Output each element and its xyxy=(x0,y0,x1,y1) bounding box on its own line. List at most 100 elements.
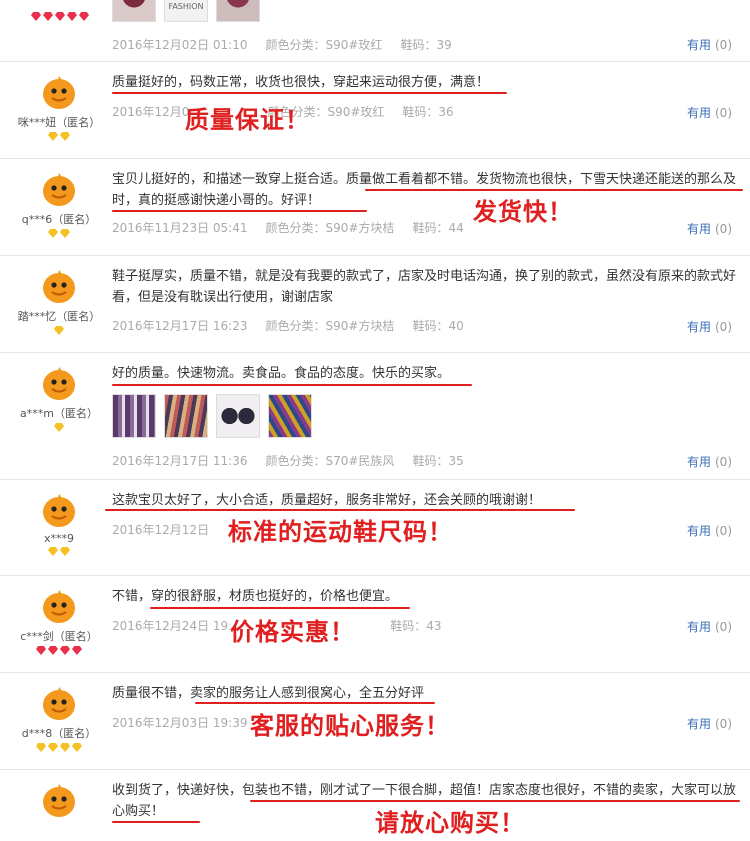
review-item: q***6（匿名） 宝贝儿挺好的，和描述一致穿上挺合适。质量做工看着都不错。发货… xyxy=(0,159,750,256)
highlight-underline xyxy=(112,210,367,212)
avatar[interactable] xyxy=(39,72,79,112)
review-text: 不错，穿的很舒服，材质也挺好的，价格也便宜。 xyxy=(112,589,399,604)
annotation-stamp: 发货快！ xyxy=(473,198,573,226)
useful-count: (0) xyxy=(715,524,732,538)
useful-link[interactable]: 有用 xyxy=(687,320,711,334)
useful-count: (0) xyxy=(715,320,732,334)
useful-vote: 有用 (0) xyxy=(687,453,732,470)
avatar-icon xyxy=(39,266,79,306)
username: 踏***忆（匿名） xyxy=(17,310,101,323)
review-date: 2016年12月17日 11:36 xyxy=(112,454,248,468)
buyer-rank-badges xyxy=(30,12,90,24)
review-photo[interactable] xyxy=(164,394,208,438)
review-text: 鞋子挺厚实，质量不错，就是没有我要的款式了，店家及时电话沟通，换了别的款式，虽然… xyxy=(112,269,737,305)
highlight-underline xyxy=(365,189,743,191)
useful-vote: 有用 (0) xyxy=(687,36,732,53)
heart-icon xyxy=(36,743,46,752)
size-spec: 鞋码：35 xyxy=(412,454,464,468)
avatar[interactable] xyxy=(39,169,79,209)
color-spec: 颜色分类：S90#玫红 xyxy=(265,38,383,52)
review-photo[interactable] xyxy=(216,394,260,438)
useful-link[interactable]: 有用 xyxy=(687,455,711,469)
buyer-rank-badges xyxy=(0,423,118,435)
useful-count: (0) xyxy=(715,38,732,52)
buyer-rank-badges xyxy=(0,132,118,144)
review-photo[interactable] xyxy=(112,0,156,22)
username: x***9 xyxy=(43,532,74,545)
useful-link[interactable]: 有用 xyxy=(687,620,711,634)
useful-count: (0) xyxy=(715,222,732,236)
review-text: 质量挺好的，码数正常，收货也很快，穿起来运动很方便，满意！ xyxy=(112,75,490,90)
heart-icon xyxy=(48,229,58,238)
useful-vote: 有用 (0) xyxy=(687,104,732,121)
diamond-icon xyxy=(72,646,82,655)
review-photo[interactable] xyxy=(112,394,156,438)
useful-link[interactable]: 有用 xyxy=(687,38,711,52)
review-text: 好的质量。快速物流。卖食品。食品的态度。快乐的买家。 xyxy=(112,366,451,381)
heart-icon xyxy=(54,423,64,432)
review-meta: 2016年12月02日 01:10 颜色分类：S90#玫红 鞋码：39 xyxy=(112,36,470,53)
review-date: 2016年12月0 xyxy=(112,105,190,119)
buyer-rank-badges xyxy=(0,547,118,559)
avatar[interactable] xyxy=(39,683,79,723)
review-date: 2016年12月17日 16:23 xyxy=(112,319,248,333)
annotation-stamp: 质量保证！ xyxy=(185,106,310,134)
review-date: 2016年12月02日 01:10 xyxy=(112,38,248,52)
username: d***8（匿名） xyxy=(21,727,97,740)
heart-icon xyxy=(60,132,70,141)
review-item: a***m（匿名） 好的质量。快速物流。卖食品。食品的态度。快乐的买家。 201… xyxy=(0,353,750,480)
heart-icon xyxy=(60,229,70,238)
size-spec: 鞋码：36 xyxy=(402,105,454,119)
highlight-underline xyxy=(250,800,740,802)
useful-vote: 有用 (0) xyxy=(687,220,732,237)
useful-link[interactable]: 有用 xyxy=(687,222,711,236)
highlight-underline xyxy=(112,92,507,94)
useful-link[interactable]: 有用 xyxy=(687,106,711,120)
buyer-rank-badges xyxy=(0,646,118,658)
avatar[interactable] xyxy=(39,490,79,530)
username: q***6（匿名） xyxy=(21,213,97,226)
review-photo[interactable] xyxy=(268,394,312,438)
heart-icon xyxy=(48,743,58,752)
avatar-icon xyxy=(39,169,79,209)
diamond-icon xyxy=(48,646,58,655)
review-date: 2016年11月23日 05:41 xyxy=(112,221,248,235)
useful-count: (0) xyxy=(715,620,732,634)
review-text: 这款宝贝太好了，大小合适，质量超好，服务非常好，还会关顾的哦谢谢！ xyxy=(112,493,542,508)
review-photo[interactable] xyxy=(216,0,260,22)
review-item: 咪***妞（匿名） 质量挺好的，码数正常，收货也很快，穿起来运动很方便，满意！ … xyxy=(0,62,750,159)
review-date: 2016年12月24日 19: xyxy=(112,619,233,633)
avatar[interactable] xyxy=(39,363,79,403)
useful-link[interactable]: 有用 xyxy=(687,524,711,538)
review-photos xyxy=(112,394,320,440)
heart-icon xyxy=(48,132,58,141)
useful-vote: 有用 (0) xyxy=(687,522,732,539)
review-meta: 2016年12月17日 11:36 颜色分类：S70#民族风 鞋码：35 xyxy=(112,452,482,469)
annotation-stamp: 请放心购买！ xyxy=(375,809,525,837)
highlight-underline xyxy=(112,384,472,386)
size-spec: 鞋码：44 xyxy=(412,221,464,235)
review-date: 2016年12月12日 xyxy=(112,523,210,537)
color-spec: 颜色分类：S70#民族风 xyxy=(265,454,395,468)
diamond-icon xyxy=(60,646,70,655)
buyer-rank-badges xyxy=(0,326,118,338)
review-photos: FASHION xyxy=(112,0,268,24)
avatar[interactable] xyxy=(39,586,79,626)
avatar-icon xyxy=(39,586,79,626)
username: 咪***妞（匿名） xyxy=(17,116,101,129)
avatar[interactable] xyxy=(39,266,79,306)
highlight-underline xyxy=(105,509,575,511)
review-meta: 2016年12月03日 19:39 xyxy=(112,714,265,731)
color-spec: 颜色分类：S90#方块桔 xyxy=(265,319,395,333)
useful-vote: 有用 (0) xyxy=(687,618,732,635)
useful-vote: 有用 (0) xyxy=(687,715,732,732)
highlight-underline xyxy=(195,702,435,704)
diamond-icon xyxy=(31,12,41,21)
avatar[interactable] xyxy=(39,780,79,820)
review-photo[interactable]: FASHION xyxy=(164,0,208,22)
diamond-icon xyxy=(55,12,65,21)
useful-count: (0) xyxy=(715,717,732,731)
diamond-icon xyxy=(43,12,53,21)
useful-link[interactable]: 有用 xyxy=(687,717,711,731)
avatar-icon xyxy=(39,683,79,723)
